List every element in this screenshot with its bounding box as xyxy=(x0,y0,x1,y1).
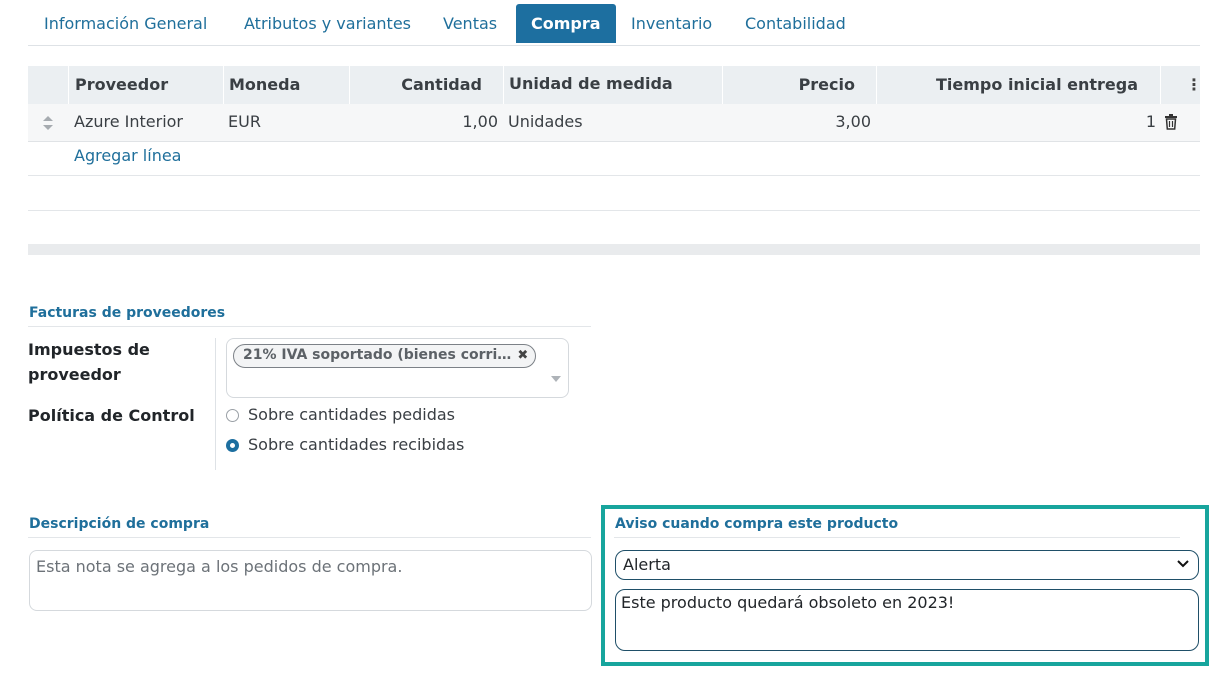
column-proveedor[interactable]: Proveedor xyxy=(75,66,168,104)
dropdown-caret-icon[interactable] xyxy=(551,376,561,382)
cell-moneda[interactable]: EUR xyxy=(228,104,261,142)
column-precio[interactable]: Precio xyxy=(722,66,855,104)
column-unidad-medida[interactable]: Unidad de medida xyxy=(509,65,673,103)
tab-informacion-general[interactable]: Información General xyxy=(44,4,207,43)
section-title-purchase-warning: Aviso cuando compra este producto xyxy=(615,516,899,532)
tab-ventas[interactable]: Ventas xyxy=(443,4,497,43)
cell-precio[interactable]: 3,00 xyxy=(722,104,871,142)
vendor-taxes-field[interactable]: 21% IVA soportado (bienes corri… ✖ xyxy=(226,338,569,398)
divider xyxy=(28,537,591,538)
divider xyxy=(28,210,1200,211)
notebook-tabs: Información General Atributos y variante… xyxy=(28,4,1200,46)
radio-option-ordered[interactable]: Sobre cantidades pedidas xyxy=(226,405,526,427)
radio-checked-icon[interactable] xyxy=(226,439,239,452)
tab-atributos-variantes[interactable]: Atributos y variantes xyxy=(244,4,411,43)
label-control-policy: Política de Control xyxy=(28,406,195,425)
add-line-link[interactable]: Agregar línea xyxy=(74,146,181,165)
remove-tag-icon[interactable]: ✖ xyxy=(517,345,528,366)
radio-unchecked-icon[interactable] xyxy=(226,409,239,422)
trash-icon[interactable] xyxy=(1164,114,1178,130)
section-title-vendor-bills: Facturas de proveedores xyxy=(29,305,226,321)
divider xyxy=(28,326,591,327)
vertical-dots-icon[interactable]: ⋮ xyxy=(1186,66,1202,104)
tax-tag[interactable]: 21% IVA soportado (bienes corri… ✖ xyxy=(233,344,537,368)
section-title-purchase-description: Descripción de compra xyxy=(29,516,210,532)
radio-label: Sobre cantidades pedidas xyxy=(248,405,455,424)
tab-contabilidad[interactable]: Contabilidad xyxy=(745,4,846,43)
column-moneda[interactable]: Moneda xyxy=(229,66,300,104)
vendors-table-header: Proveedor Moneda Cantidad Unidad de medi… xyxy=(28,65,1202,104)
horizontal-scrollbar[interactable] xyxy=(28,244,1200,255)
purchase-description-input[interactable]: Esta nota se agrega a los pedidos de com… xyxy=(29,550,592,611)
chevron-down-icon xyxy=(1177,560,1189,568)
divider xyxy=(215,338,216,470)
warning-type-select[interactable]: Alerta xyxy=(615,550,1199,580)
cell-unidad[interactable]: Unidades xyxy=(508,104,583,142)
column-tiempo-entrega[interactable]: Tiempo inicial entrega xyxy=(876,66,1138,104)
cell-tiempo[interactable]: 1 xyxy=(876,104,1156,142)
tab-inventario[interactable]: Inventario xyxy=(631,4,712,43)
tab-compra[interactable]: Compra xyxy=(516,4,616,43)
column-cantidad[interactable]: Cantidad xyxy=(349,66,482,104)
cell-cantidad[interactable]: 1,00 xyxy=(349,104,498,142)
table-row[interactable]: Azure Interior EUR 1,00 Unidades 3,00 1 xyxy=(28,104,1200,142)
radio-label: Sobre cantidades recibidas xyxy=(248,435,465,454)
warning-message-input[interactable]: Este producto quedará obsoleto en 2023! xyxy=(615,589,1199,651)
label-vendor-taxes: Impuestos de proveedor xyxy=(28,340,150,384)
tax-tag-label: 21% IVA soportado (bienes corri… xyxy=(243,347,512,363)
drag-handle-icon[interactable] xyxy=(42,115,54,131)
radio-option-received[interactable]: Sobre cantidades recibidas xyxy=(226,435,526,457)
warning-type-value: Alerta xyxy=(623,555,671,574)
divider xyxy=(28,175,1200,176)
divider xyxy=(614,537,1180,538)
cell-proveedor[interactable]: Azure Interior xyxy=(74,104,183,142)
